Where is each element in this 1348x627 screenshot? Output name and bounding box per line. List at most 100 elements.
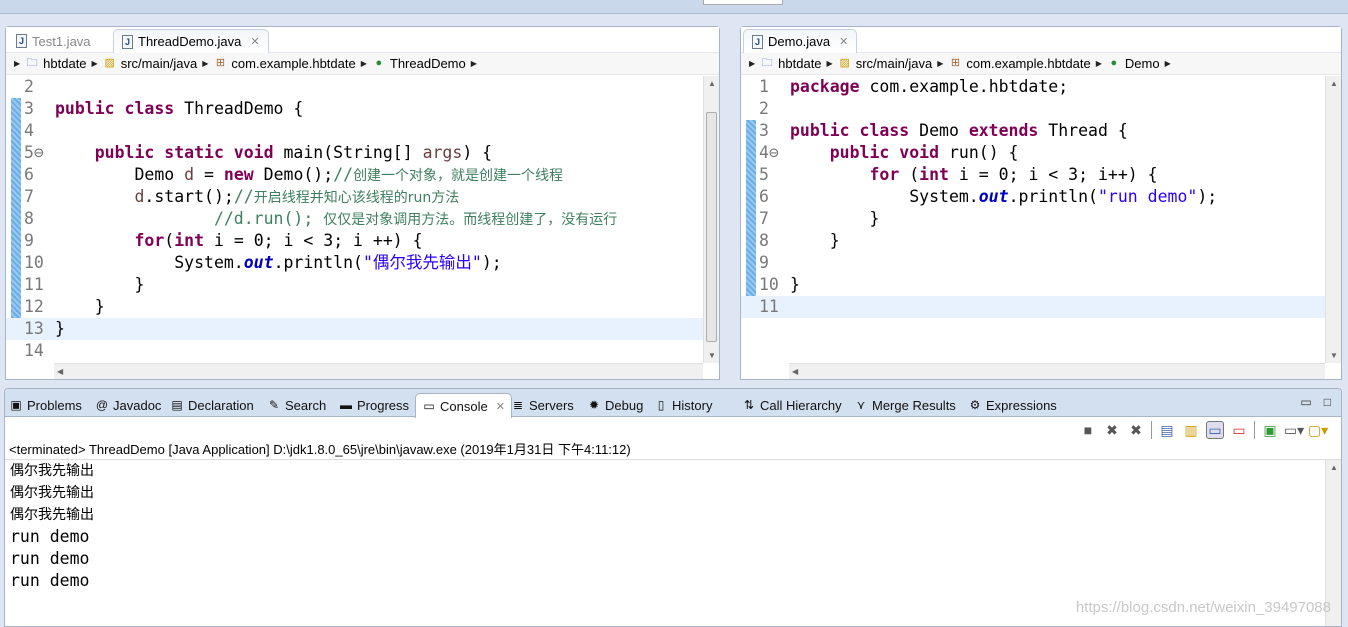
- breadcrumb-arrow-icon[interactable]: ▶: [937, 59, 943, 68]
- declaration-icon: ▤: [171, 398, 183, 412]
- breadcrumb-item[interactable]: ⊞ com.example.hbtdate: [213, 56, 356, 71]
- tab-threaddemo-java[interactable]: J ThreadDemo.java ✕: [113, 29, 269, 53]
- pin-console-icon[interactable]: ▣: [1261, 421, 1279, 439]
- tab-console[interactable]: ▭ Console ✕: [415, 393, 512, 418]
- clear-console-icon[interactable]: ▤: [1158, 421, 1176, 439]
- scroll-down-icon[interactable]: ▼: [1330, 351, 1338, 360]
- breadcrumb-item[interactable]: 🗀 hbtdate: [25, 56, 87, 71]
- horizontal-scrollbar[interactable]: ◀: [789, 363, 1325, 379]
- tab-servers[interactable]: ≣ Servers: [511, 393, 574, 417]
- breadcrumb-arrow-icon[interactable]: ▶: [14, 59, 20, 68]
- line-text: public void run() {: [790, 142, 1019, 164]
- remove-launch-icon[interactable]: ✖: [1103, 421, 1121, 439]
- tab-label: Debug: [605, 397, 644, 413]
- code-token: System.: [55, 253, 244, 272]
- tab-expressions[interactable]: ⚙ Expressions: [968, 393, 1057, 417]
- remove-all-terminated-icon[interactable]: ✖: [1127, 421, 1145, 439]
- breadcrumb-arrow-icon[interactable]: ▶: [1096, 59, 1102, 68]
- code-line: 4⊖ public void run() {: [741, 142, 1325, 164]
- expressions-icon: ⚙: [969, 398, 981, 412]
- code-token: run() {: [948, 143, 1019, 162]
- close-tab-icon[interactable]: ✕: [250, 35, 259, 48]
- scroll-left-icon[interactable]: ◀: [792, 367, 798, 376]
- console-output-line: 偶尔我先输出: [10, 507, 94, 523]
- scroll-up-icon[interactable]: ▲: [1330, 79, 1338, 88]
- vertical-scrollbar[interactable]: ▲ ▼: [703, 76, 719, 363]
- scroll-down-icon[interactable]: ▼: [708, 351, 716, 360]
- line-number: 10: [759, 275, 779, 294]
- code-token: }: [790, 231, 840, 250]
- breadcrumb-item[interactable]: ● ThreadDemo: [372, 56, 466, 71]
- breadcrumb-arrow-icon[interactable]: ▶: [1165, 59, 1171, 68]
- close-tab-icon[interactable]: ✕: [496, 400, 505, 413]
- tab-label: History: [672, 397, 713, 413]
- maximize-icon[interactable]: □: [1324, 395, 1331, 409]
- javadoc-icon: @: [95, 398, 109, 412]
- tab-debug[interactable]: ✹ Debug: [587, 393, 643, 417]
- breadcrumb-arrow-icon[interactable]: ▶: [749, 59, 755, 68]
- code-line: 7 }: [741, 208, 1325, 230]
- tab-call-hierarchy[interactable]: ⇅ Call Hierarchy: [742, 393, 842, 417]
- class-icon: ●: [1110, 57, 1118, 69]
- code-area[interactable]: 2 3 public class ThreadDemo {4 5⊖ public st…: [6, 76, 703, 363]
- tab-merge-results[interactable]: ⋎ Merge Results: [854, 393, 956, 417]
- code-token: 开启线程并知心该线程的run方法: [253, 190, 460, 206]
- java-file-icon: J: [752, 34, 763, 49]
- open-console-icon[interactable]: ▢▾: [1308, 421, 1328, 439]
- breadcrumb-item[interactable]: ▨ src/main/java: [838, 56, 932, 71]
- code-token: ThreadDemo {: [184, 99, 304, 118]
- horizontal-scrollbar[interactable]: ◀: [54, 363, 703, 379]
- breadcrumb-arrow-icon[interactable]: ▶: [827, 59, 833, 68]
- terminated-status: <terminated> ThreadDemo [Java Applicatio…: [9, 442, 631, 457]
- tab-declaration[interactable]: ▤ Declaration: [170, 393, 253, 417]
- breadcrumb-item[interactable]: ● Demo: [1107, 56, 1160, 71]
- display-console-icon[interactable]: ▭▾: [1284, 421, 1304, 439]
- scroll-lock-icon[interactable]: ▥: [1182, 421, 1200, 439]
- line-text: for(int i = 0; i < 3; i ++) {: [55, 230, 422, 252]
- line-number: 2: [759, 99, 769, 118]
- code-line: 5⊖ public static void main(String[] args…: [6, 142, 703, 164]
- code-area[interactable]: 1 package com.example.hbtdate; 2 3 public cl…: [741, 76, 1325, 363]
- show-console-on-output-icon[interactable]: ▭: [1206, 421, 1224, 439]
- main-toolbar: [0, 0, 1348, 14]
- problems-icon: ▣: [10, 398, 22, 412]
- tab-history[interactable]: ▯ History: [654, 393, 713, 417]
- breadcrumb-arrow-icon[interactable]: ▶: [471, 59, 477, 68]
- tab-progress[interactable]: ▬ Progress: [339, 393, 409, 417]
- scroll-left-icon[interactable]: ◀: [57, 367, 63, 376]
- breadcrumb-arrow-icon[interactable]: ▶: [361, 59, 367, 68]
- line-text: Demo d = new Demo();//创建一个对象，就是创建一个线程: [55, 164, 563, 187]
- scrollbar-thumb[interactable]: [706, 112, 717, 342]
- line-text: public class Demo extends Thread {: [790, 120, 1128, 142]
- code-line: 8 }: [741, 230, 1325, 252]
- breadcrumb-item[interactable]: ⊞ com.example.hbtdate: [948, 56, 1091, 71]
- line-text: public class ThreadDemo {: [55, 98, 303, 120]
- vertical-scrollbar[interactable]: ▲ ▼: [1325, 76, 1341, 363]
- breadcrumb-arrow-icon[interactable]: ▶: [92, 59, 98, 68]
- terminate-icon[interactable]: ■: [1079, 421, 1097, 439]
- line-text: }: [55, 296, 105, 318]
- tab-javadoc[interactable]: @ Javadoc: [95, 393, 162, 417]
- console-output-line: run demo: [10, 571, 90, 590]
- quick-access-field[interactable]: [703, 0, 783, 5]
- minimize-icon[interactable]: ▭: [1300, 395, 1311, 409]
- show-console-on-error-icon[interactable]: ▭: [1230, 421, 1248, 439]
- breadcrumb-item[interactable]: 🗀 hbtdate: [760, 56, 822, 71]
- scroll-up-icon[interactable]: ▲: [708, 79, 716, 88]
- editor-threaddemo: J Test1.java J ThreadDemo.java ✕ ▶ 🗀 hbtdate ▶ ▨ s…: [5, 26, 720, 380]
- project-icon: 🗀: [761, 57, 773, 69]
- code-token: (: [164, 231, 175, 250]
- line-number: 11: [759, 297, 779, 316]
- tab-test1-java[interactable]: J Test1.java: [8, 29, 99, 53]
- breadcrumb-item[interactable]: ▨ src/main/java: [103, 56, 197, 71]
- package-icon: ⊞: [950, 57, 961, 69]
- tab-search[interactable]: ✎ Search: [267, 393, 326, 417]
- breadcrumb-arrow-icon[interactable]: ▶: [202, 59, 208, 68]
- line-text: }: [55, 318, 65, 340]
- code-token: =: [194, 165, 224, 184]
- tab-demo-java[interactable]: J Demo.java ✕: [743, 29, 858, 53]
- code-token: for: [790, 165, 910, 184]
- breadcrumb-label: com.example.hbtdate: [966, 56, 1091, 71]
- close-tab-icon[interactable]: ✕: [839, 35, 848, 48]
- tab-problems[interactable]: ▣ Problems: [9, 393, 82, 417]
